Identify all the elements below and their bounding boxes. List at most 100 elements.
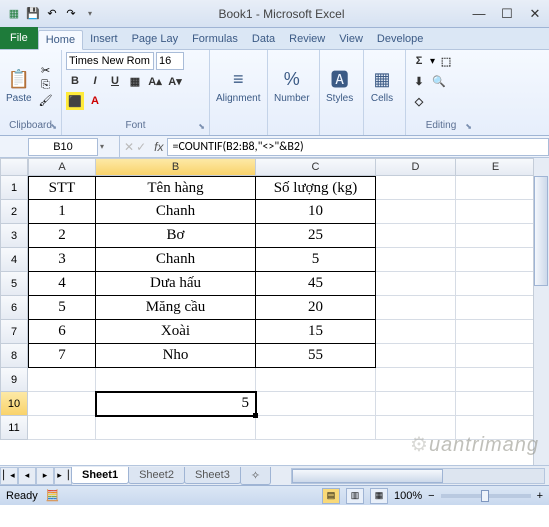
cell[interactable] [376,296,456,320]
row-header[interactable]: 9 [0,368,28,392]
sheet-tab-3[interactable]: Sheet3 [184,467,241,484]
sort-filter-button[interactable]: ⬚ [437,52,455,70]
cell[interactable]: 2 [28,224,96,248]
cell[interactable] [256,368,376,392]
row-header[interactable]: 4 [0,248,28,272]
cell[interactable] [376,176,456,200]
formula-input[interactable]: =COUNTIF(B2:B8,"<>"&B2) [167,138,549,156]
bold-button[interactable]: B [66,72,84,90]
undo-icon[interactable]: ↶ [44,6,60,22]
fill-button[interactable]: ⬇ [410,72,428,90]
cell[interactable]: 4 [28,272,96,296]
cell[interactable] [376,272,456,296]
cell[interactable] [456,320,536,344]
row-header[interactable]: 3 [0,224,28,248]
fill-color-button[interactable]: ⬛ [66,92,84,110]
cell[interactable] [456,344,536,368]
cell[interactable] [376,320,456,344]
tab-formulas[interactable]: Formulas [185,29,245,49]
cell[interactable]: 1 [28,200,96,224]
cut-icon[interactable]: ✂ [38,64,54,78]
col-header-b[interactable]: B [96,158,256,176]
row-header[interactable]: 11 [0,416,28,440]
name-box[interactable]: B10 [28,138,98,156]
cell[interactable]: Xoài [96,320,256,344]
vscroll-thumb[interactable] [534,176,548,286]
sheet-nav-next[interactable]: ▸ [36,467,54,485]
save-icon[interactable]: 💾 [25,6,41,22]
col-header-d[interactable]: D [376,158,456,176]
cell[interactable]: 20 [256,296,376,320]
sheet-nav-prev[interactable]: ◂ [18,467,36,485]
vertical-scrollbar[interactable] [533,158,549,478]
styles-button[interactable]: 🅰Styles [324,65,355,106]
cell[interactable]: STT [28,176,96,200]
cell[interactable] [28,368,96,392]
row-header[interactable]: 2 [0,200,28,224]
cell[interactable] [376,416,456,440]
new-sheet-button[interactable]: ✧ [240,467,271,485]
sheet-tab-2[interactable]: Sheet2 [128,467,185,484]
tab-data[interactable]: Data [245,29,282,49]
close-button[interactable]: ✕ [521,4,549,24]
format-painter-icon[interactable]: 🖌 [38,94,54,108]
cell[interactable] [456,392,536,416]
horizontal-scrollbar[interactable] [291,468,545,484]
cell[interactable]: Bơ [96,224,256,248]
cell[interactable] [376,200,456,224]
cell[interactable] [256,416,376,440]
zoom-out-button[interactable]: − [428,490,434,502]
row-header[interactable]: 5 [0,272,28,296]
cell[interactable]: Chanh [96,248,256,272]
cell[interactable] [456,224,536,248]
cell[interactable] [376,224,456,248]
zoom-thumb[interactable] [481,490,489,502]
cell[interactable] [376,368,456,392]
file-tab[interactable]: File [0,27,38,49]
cells-button[interactable]: ▦Cells [368,65,396,106]
row-header[interactable]: 10 [0,392,28,416]
cell[interactable]: Số lượng (kg) [256,176,376,200]
cell[interactable]: Nho [96,344,256,368]
cell[interactable] [456,248,536,272]
cell[interactable] [96,416,256,440]
cell[interactable]: Chanh [96,200,256,224]
fx-icon[interactable]: fx [150,140,167,154]
cell[interactable]: 6 [28,320,96,344]
cell[interactable]: Tên hàng [96,176,256,200]
cell[interactable]: 10 [256,200,376,224]
sheet-tab-1[interactable]: Sheet1 [71,467,129,484]
view-normal-button[interactable]: ▤ [322,488,340,504]
tab-insert[interactable]: Insert [83,29,125,49]
cell[interactable]: 3 [28,248,96,272]
shrink-font-button[interactable]: A▾ [166,72,184,90]
cell[interactable] [28,392,96,416]
cell[interactable] [456,368,536,392]
col-header-a[interactable]: A [28,158,96,176]
clear-button[interactable]: ◇ [410,92,428,110]
cell[interactable] [456,416,536,440]
zoom-level[interactable]: 100% [394,490,422,502]
cell[interactable]: 5 [28,296,96,320]
cancel-formula-icon[interactable]: ✕ [124,140,134,154]
cell[interactable] [376,248,456,272]
alignment-button[interactable]: ≡Alignment [214,65,262,106]
italic-button[interactable]: I [86,72,104,90]
worksheet-grid[interactable]: A B C D E 1STTTên hàngSố lượng (kg)21Cha… [0,158,549,478]
cell[interactable] [376,344,456,368]
cell[interactable]: Măng cầu [96,296,256,320]
font-color-button[interactable]: A [86,92,104,110]
cell[interactable]: 25 [256,224,376,248]
minimize-button[interactable]: — [465,4,493,24]
cell[interactable]: Dưa hấu [96,272,256,296]
cell[interactable] [456,200,536,224]
paste-button[interactable]: 📋 Paste [4,65,34,106]
sheet-nav-first[interactable]: ▏◂ [0,467,18,485]
cell[interactable]: 7 [28,344,96,368]
tab-pagelayout[interactable]: Page Lay [125,29,185,49]
tab-review[interactable]: Review [282,29,332,49]
hscroll-thumb[interactable] [292,469,443,483]
grow-font-button[interactable]: A▴ [146,72,164,90]
cell[interactable] [456,176,536,200]
zoom-in-button[interactable]: + [537,490,543,502]
